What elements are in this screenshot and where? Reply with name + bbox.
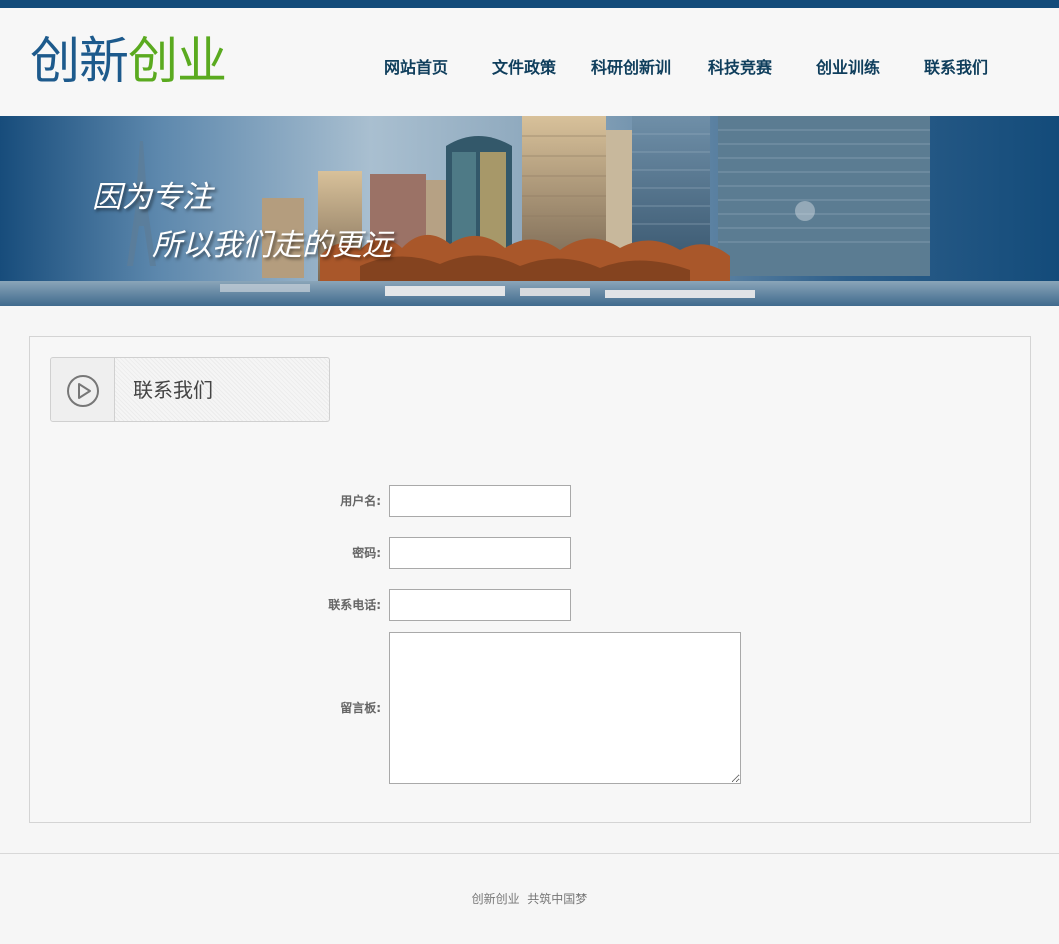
- message-textarea[interactable]: [389, 632, 741, 784]
- logo-part-1: 创新: [30, 32, 129, 90]
- play-circle-icon: [67, 375, 99, 407]
- section-title: 联系我们: [133, 378, 213, 402]
- nav-item-home[interactable]: 网站首页: [384, 57, 448, 79]
- username-input[interactable]: [389, 485, 571, 517]
- phone-input[interactable]: [389, 589, 571, 621]
- nav-item-contact[interactable]: 联系我们: [924, 57, 988, 79]
- banner-slogan-line-2: 所以我们走的更远: [152, 228, 392, 263]
- site-header: 创新创业 网站首页 文件政策 科研创新训 科技竞赛 创业训练 联系我们: [0, 8, 1059, 116]
- nav-item-research[interactable]: 科研创新训: [591, 57, 671, 79]
- logo-part-2: 创业: [128, 32, 227, 90]
- username-label: 用户名:: [340, 494, 381, 508]
- footer-divider: [0, 853, 1059, 854]
- top-accent-bar: [0, 0, 1059, 8]
- phone-label: 联系电话:: [328, 598, 381, 612]
- banner-slogan-line-1: 因为专注: [92, 180, 212, 215]
- password-input[interactable]: [389, 537, 571, 569]
- password-label: 密码:: [352, 546, 381, 560]
- site-logo[interactable]: 创新创业: [30, 28, 227, 94]
- message-label: 留言板:: [340, 701, 381, 715]
- nav-item-policy[interactable]: 文件政策: [492, 57, 556, 79]
- footer-text: 创新创业 共筑中国梦: [471, 892, 588, 906]
- nav-item-competition[interactable]: 科技竞赛: [708, 57, 772, 79]
- section-icon-container: [51, 358, 115, 421]
- section-header: 联系我们: [50, 357, 330, 422]
- nav-item-entrepreneurship[interactable]: 创业训练: [816, 57, 880, 79]
